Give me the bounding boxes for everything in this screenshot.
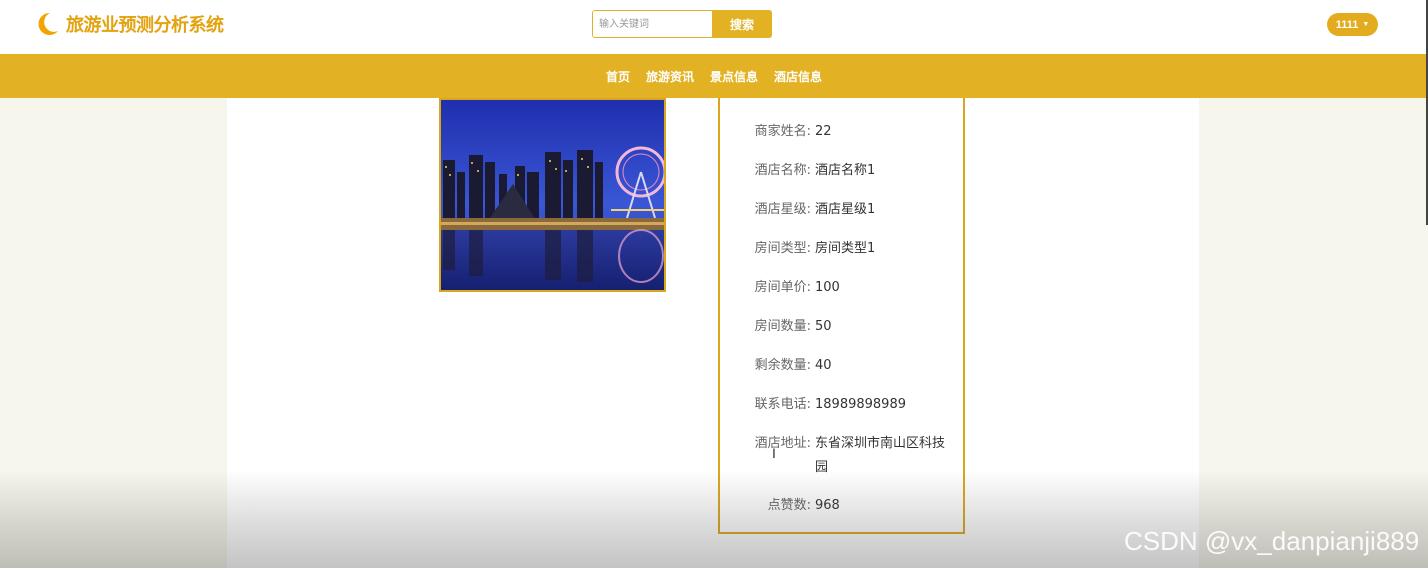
field-label: 房间单价: bbox=[754, 280, 811, 295]
field-merchant-name: 商家姓名: 22 bbox=[720, 120, 963, 144]
user-label: 1111 bbox=[1335, 18, 1359, 31]
hotel-image bbox=[439, 98, 666, 292]
app-title: 旅游业预测分析系统 bbox=[66, 15, 224, 36]
main-nav: 首页 旅游资讯 景点信息 酒店信息 bbox=[0, 54, 1428, 98]
field-value: 酒店名称1 bbox=[815, 163, 876, 178]
text-cursor-icon: I bbox=[772, 445, 776, 461]
field-value: 50 bbox=[815, 319, 832, 334]
moon-icon bbox=[38, 12, 58, 35]
nav-item-attractions[interactable]: 景点信息 bbox=[710, 68, 758, 85]
content-panel bbox=[227, 98, 1199, 568]
watermark: CSDN @vx_danpianji889 bbox=[1124, 526, 1420, 556]
caret-down-icon: ▼ bbox=[1362, 21, 1370, 28]
field-value: 100 bbox=[815, 280, 840, 295]
hotel-detail-card: · · · 商家姓名: 22 酒店名称: 酒店名称1 酒店星级: 酒店星级1 房… bbox=[718, 88, 965, 534]
field-hotel-name: 酒店名称: 酒店名称1 bbox=[720, 159, 963, 183]
field-phone: 联系电话: 18989898989 bbox=[720, 393, 963, 417]
search-button[interactable]: 搜索 bbox=[712, 10, 772, 38]
nav-item-home[interactable]: 首页 bbox=[606, 68, 630, 85]
field-room-type: 房间类型: 房间类型1 bbox=[720, 237, 963, 261]
field-label: 联系电话: bbox=[754, 397, 811, 412]
search-input[interactable] bbox=[592, 10, 712, 38]
field-label: 酒店名称: bbox=[754, 163, 811, 178]
field-room-count: 房间数量: 50 bbox=[720, 315, 963, 339]
top-header: 旅游业预测分析系统 搜索 1111 ▼ bbox=[0, 0, 1428, 54]
user-menu-button[interactable]: 1111 ▼ bbox=[1327, 13, 1378, 36]
field-label: 点赞数: bbox=[767, 498, 811, 513]
field-value: 房间类型1 bbox=[815, 241, 876, 256]
field-label: 房间类型: bbox=[754, 241, 811, 256]
field-label: 剩余数量: bbox=[754, 358, 811, 373]
field-label: 商家姓名: bbox=[754, 124, 811, 139]
field-likes: 点赞数: 968 bbox=[720, 494, 963, 518]
field-room-price: 房间单价: 100 bbox=[720, 276, 963, 300]
field-value: 酒店星级1 bbox=[815, 202, 876, 217]
field-value: 968 bbox=[815, 498, 840, 513]
field-value: 22 bbox=[815, 124, 832, 139]
field-label: 酒店地址: bbox=[754, 436, 811, 451]
field-address: 酒店地址: 东省深圳市南山区科技园 bbox=[720, 432, 963, 480]
field-value: 东省深圳市南山区科技园 bbox=[815, 436, 946, 475]
nav-item-travel-news[interactable]: 旅游资讯 bbox=[646, 68, 694, 85]
field-label: 酒店星级: bbox=[754, 202, 811, 217]
search-bar: 搜索 bbox=[592, 10, 772, 38]
logo[interactable]: 旅游业预测分析系统 bbox=[36, 11, 224, 37]
field-remaining-count: 剩余数量: 40 bbox=[720, 354, 963, 378]
field-label: 房间数量: bbox=[754, 319, 811, 334]
field-hotel-stars: 酒店星级: 酒店星级1 bbox=[720, 198, 963, 222]
field-value: 40 bbox=[815, 358, 832, 373]
field-value: 18989898989 bbox=[815, 397, 906, 412]
nav-item-hotels[interactable]: 酒店信息 bbox=[774, 68, 822, 85]
